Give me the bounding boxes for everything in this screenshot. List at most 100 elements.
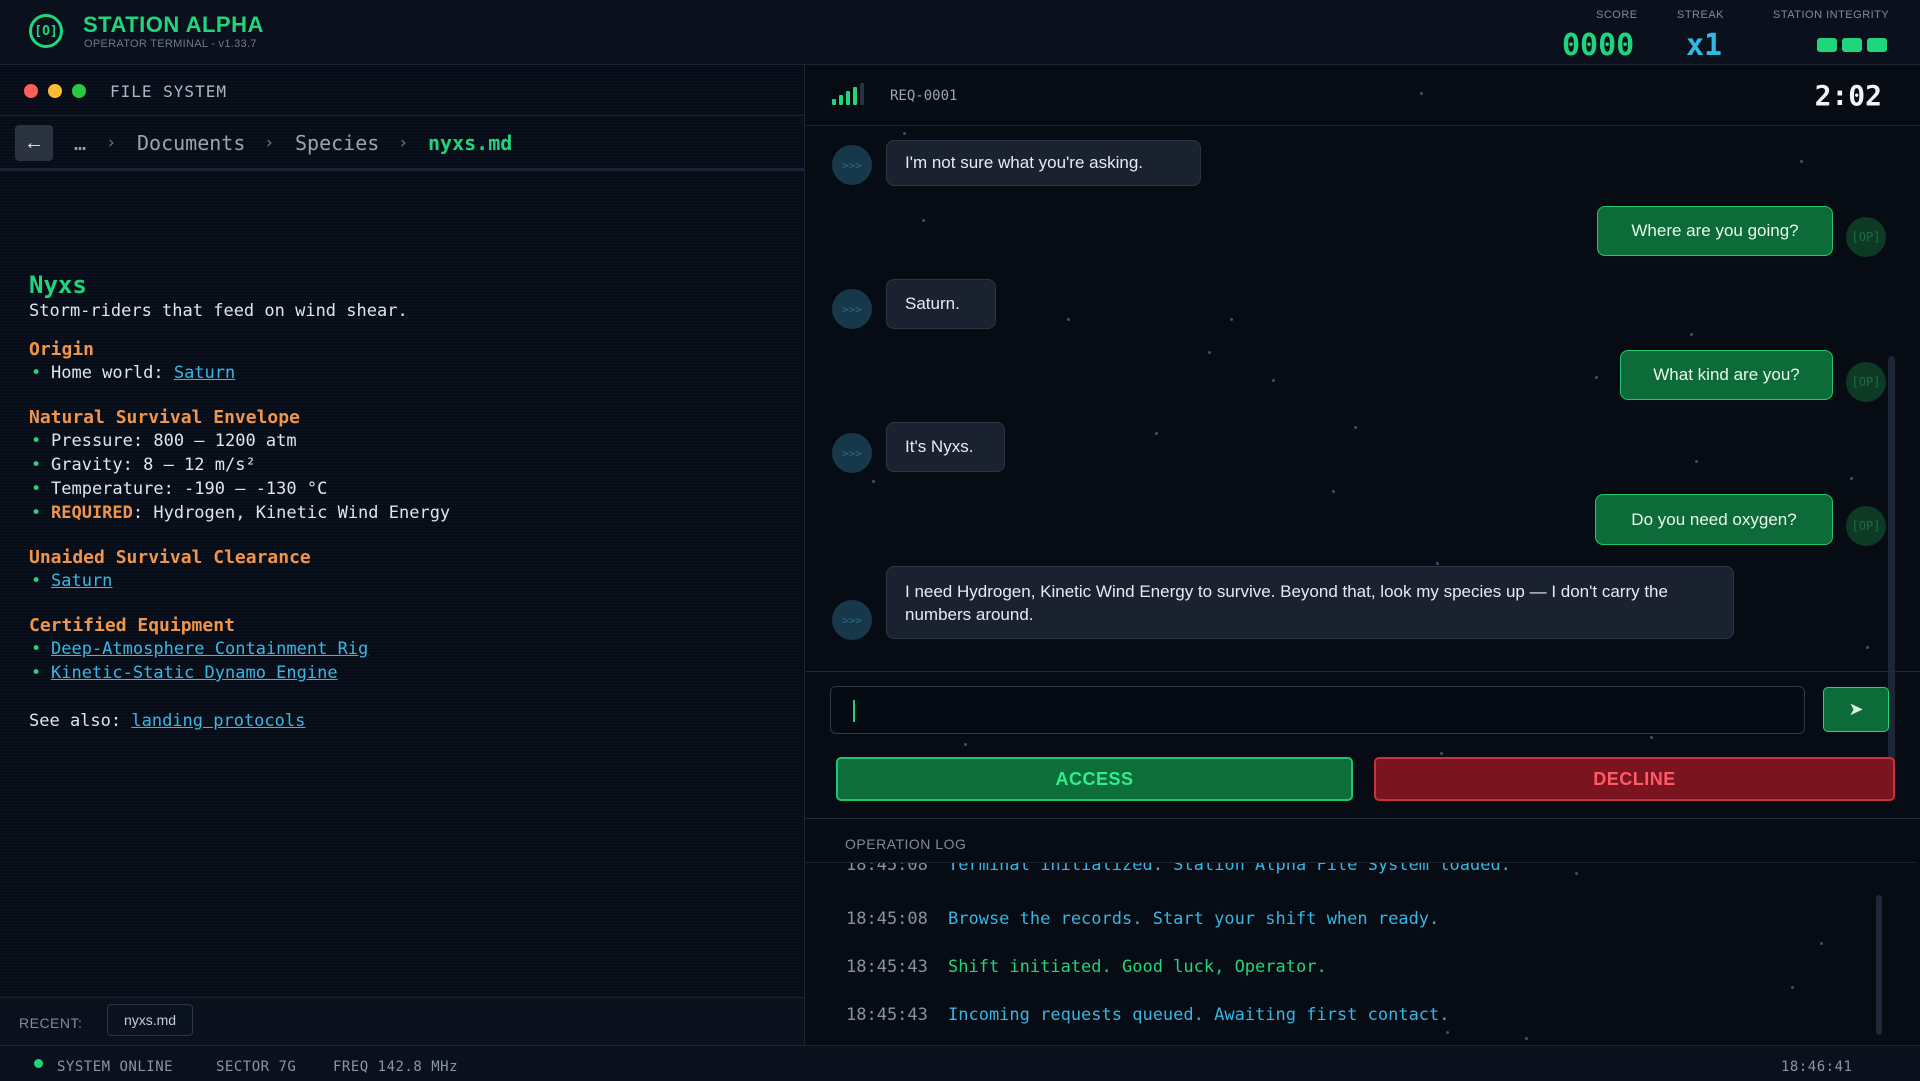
log-entry: 18:45:08 Terminal initialized. Station Al… xyxy=(846,863,1511,875)
envelope-temperature: Temperature: -190 – -130 °C xyxy=(31,479,327,499)
visitor-avatar: >>> xyxy=(832,600,872,640)
file-system-title: FILE SYSTEM xyxy=(110,82,227,101)
log-text: Incoming requests queued. Awaiting first… xyxy=(948,1005,1450,1025)
status-online: SYSTEM ONLINE xyxy=(57,1059,174,1075)
integrity-block xyxy=(1817,38,1837,52)
text-caret xyxy=(853,700,855,722)
operator-avatar: [OP] xyxy=(1846,217,1886,257)
log-time: 18:45:08 xyxy=(846,909,928,929)
status-sector: SECTOR 7G xyxy=(216,1059,297,1075)
link-dynamo-engine[interactable]: Kinetic-Static Dynamo Engine xyxy=(51,663,338,683)
integrity-block xyxy=(1867,38,1887,52)
log-time: 18:45:08 xyxy=(846,863,928,875)
app-title: STATION ALPHA xyxy=(83,12,264,37)
breadcrumb: ← … › Documents › Species › nyxs.md xyxy=(0,116,804,171)
breadcrumb-separator: › xyxy=(264,133,275,153)
chat-message-operator: Do you need oxygen? xyxy=(1595,494,1833,545)
chat-message-operator: Where are you going? xyxy=(1597,206,1833,256)
signal-strength-icon xyxy=(832,83,864,105)
required-label: REQUIRED xyxy=(51,503,133,523)
clearance-item: Saturn xyxy=(31,571,113,591)
operation-log: 18:45:08 Terminal initialized. Station Al… xyxy=(806,863,1920,1043)
log-entry: 18:45:43 Incoming requests queued. Awaiti… xyxy=(846,1005,1450,1025)
top-bar: [O] STATION ALPHA OPERATOR TERMINAL - v1… xyxy=(0,0,1920,65)
recent-file-chip[interactable]: nyxs.md xyxy=(107,1004,193,1036)
breadcrumb-current-file: nyxs.md xyxy=(428,131,513,155)
log-text: Terminal initialized. Station Alpha File… xyxy=(948,863,1511,875)
chat-message-visitor: I'm not sure what you're asking. xyxy=(886,140,1201,186)
visitor-avatar: >>> xyxy=(832,145,872,185)
streak-value: x1 xyxy=(1686,28,1723,63)
oplog-divider xyxy=(806,818,1920,819)
integrity-block xyxy=(1842,38,1862,52)
log-entry: 18:45:08 Browse the records. Start your s… xyxy=(846,909,1439,929)
message-input[interactable] xyxy=(830,686,1805,734)
chat-message-operator: What kind are you? xyxy=(1620,350,1833,400)
equipment-item: Deep-Atmosphere Containment Rig xyxy=(31,639,368,659)
back-button[interactable]: ← xyxy=(15,125,53,161)
heading-certified-equipment: Certified Equipment xyxy=(29,615,235,636)
integrity-label: STATION INTEGRITY xyxy=(1773,9,1890,21)
online-indicator-icon xyxy=(34,1059,43,1068)
see-also-label: See also: xyxy=(29,711,132,731)
access-button[interactable]: ACCESS xyxy=(836,757,1353,801)
breadcrumb-species[interactable]: Species xyxy=(295,131,379,155)
log-text: Browse the records. Start your shift whe… xyxy=(948,909,1440,929)
heading-origin: Origin xyxy=(29,339,95,360)
chat-scrollbar[interactable] xyxy=(1888,356,1895,781)
operation-log-title: OPERATION LOG xyxy=(845,836,967,852)
status-clock: 18:46:41 xyxy=(1781,1059,1853,1075)
breadcrumb-separator: › xyxy=(398,133,409,153)
origin-label: Home world: xyxy=(51,363,174,383)
request-id: REQ-0001 xyxy=(890,88,958,104)
origin-item: Home world: Saturn xyxy=(31,363,235,383)
visitor-avatar: >>> xyxy=(832,289,872,329)
link-saturn-homeworld[interactable]: Saturn xyxy=(174,363,235,383)
compose-divider xyxy=(806,671,1920,672)
see-also: See also: landing protocols xyxy=(29,711,305,731)
status-bar: SYSTEM ONLINE SECTOR 7G FREQ 142.8 MHz 1… xyxy=(0,1045,1920,1081)
envelope-pressure: Pressure: 800 – 1200 atm xyxy=(31,431,297,451)
status-frequency: FREQ 142.8 MHz xyxy=(333,1059,459,1075)
breadcrumb-ellipsis[interactable]: … xyxy=(74,131,86,155)
request-timer: 2:02 xyxy=(1814,79,1882,112)
streak-label: STREAK xyxy=(1677,9,1725,21)
envelope-gravity: Gravity: 8 – 12 m/s² xyxy=(31,455,256,475)
link-landing-protocols[interactable]: landing protocols xyxy=(131,711,305,731)
document-tagline: Storm-riders that feed on wind shear. xyxy=(29,301,408,321)
decline-button[interactable]: DECLINE xyxy=(1374,757,1895,801)
log-time: 18:45:43 xyxy=(846,957,928,977)
link-saturn-clearance[interactable]: Saturn xyxy=(51,571,112,591)
chat-message-visitor: I need Hydrogen, Kinetic Wind Energy to … xyxy=(886,566,1734,639)
request-header: REQ-0001 2:02 xyxy=(806,65,1920,126)
operator-avatar: [OP] xyxy=(1846,362,1886,402)
chat-message-visitor: Saturn. xyxy=(886,279,996,329)
equipment-item: Kinetic-Static Dynamo Engine xyxy=(31,663,338,683)
integrity-meter xyxy=(1817,38,1887,52)
app-subtitle: OPERATOR TERMINAL - v1.33.7 xyxy=(84,38,257,50)
file-system-panel: FILE SYSTEM ← … › Documents › Species › … xyxy=(0,65,805,1046)
document-title: Nyxs xyxy=(29,271,87,299)
send-button[interactable]: ➤ xyxy=(1823,687,1889,732)
operator-avatar: [OP] xyxy=(1846,506,1886,546)
chat-transcript: >>> I'm not sure what you're asking. Whe… xyxy=(806,126,1920,781)
log-text: Shift initiated. Good luck, Operator. xyxy=(948,957,1327,977)
window-maximize-dot[interactable] xyxy=(72,84,86,98)
score-value: 0000 xyxy=(1562,28,1635,63)
window-close-dot[interactable] xyxy=(24,84,38,98)
envelope-required: REQUIRED: Hydrogen, Kinetic Wind Energy xyxy=(31,503,451,523)
log-time: 18:45:43 xyxy=(846,1005,928,1025)
recent-files-bar: RECENT: nyxs.md xyxy=(0,997,804,1046)
file-system-header: FILE SYSTEM xyxy=(0,65,804,116)
operation-log-scrollbar[interactable] xyxy=(1876,895,1882,1035)
score-label: SCORE xyxy=(1596,9,1638,21)
heading-survival-envelope: Natural Survival Envelope xyxy=(29,407,300,428)
window-minimize-dot[interactable] xyxy=(48,84,62,98)
recent-label: RECENT: xyxy=(19,1015,83,1031)
log-entry: 18:45:43 Shift initiated. Good luck, Oper… xyxy=(846,957,1327,977)
visitor-avatar: >>> xyxy=(832,433,872,473)
link-containment-rig[interactable]: Deep-Atmosphere Containment Rig xyxy=(51,639,368,659)
breadcrumb-documents[interactable]: Documents xyxy=(137,131,245,155)
required-value: : Hydrogen, Kinetic Wind Energy xyxy=(132,503,451,523)
chat-message-visitor: It's Nyxs. xyxy=(886,422,1005,472)
